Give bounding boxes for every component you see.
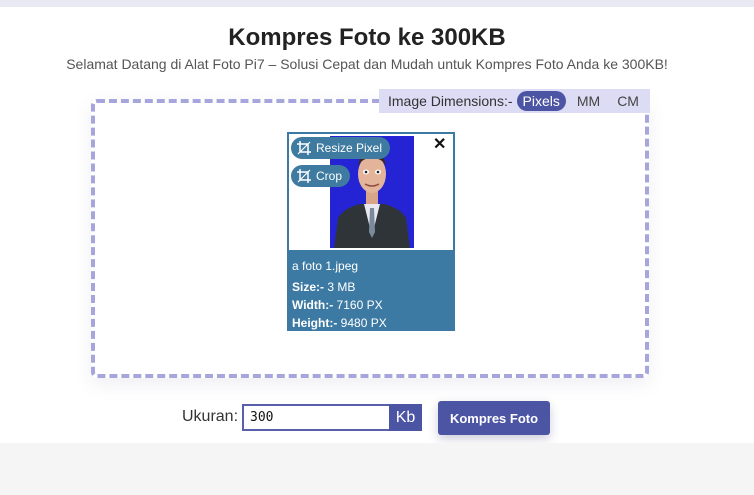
unit-option-pixels[interactable]: Pixels	[516, 91, 566, 111]
close-icon[interactable]: ✕	[433, 137, 446, 153]
unit-option-cm[interactable]: CM	[611, 91, 645, 111]
resize-pixel-button[interactable]: Resize Pixel	[291, 137, 391, 159]
image-dimensions-bar: Image Dimensions:- Pixels MM CM	[379, 89, 650, 113]
crop-label: Crop	[316, 169, 343, 183]
file-card: Resize Pixel Crop ✕ a foto 1.jpeg Size:-…	[287, 132, 455, 331]
unit-badge: Kb	[389, 404, 422, 431]
crop-icon	[297, 141, 311, 155]
crop-icon	[297, 169, 311, 183]
file-size-value: 3 MB	[327, 280, 356, 294]
file-info-panel: a foto 1.jpeg Size:- 3 MB Width:- 7160 P…	[289, 250, 453, 330]
file-height-row: Height:- 9480 PX	[292, 316, 387, 330]
file-height-label: Height:-	[292, 316, 338, 330]
dimensions-label: Image Dimensions:-	[388, 93, 513, 109]
file-size-row: Size:- 3 MB	[292, 280, 355, 294]
top-bar	[0, 0, 754, 7]
file-width-row: Width:- 7160 PX	[292, 298, 383, 312]
unit-option-mm[interactable]: MM	[571, 91, 606, 111]
footer-area	[0, 443, 754, 495]
file-width-label: Width:-	[292, 298, 334, 312]
compress-photo-button[interactable]: Kompres Foto	[438, 401, 550, 435]
file-size-label: Size:-	[292, 280, 325, 294]
file-width-value: 7160 PX	[336, 298, 383, 312]
size-label: Ukuran:	[182, 408, 239, 425]
page-subtitle: Selamat Datang di Alat Foto Pi7 – Solusi…	[66, 56, 668, 72]
crop-button[interactable]: Crop	[291, 165, 351, 187]
resize-pixel-label: Resize Pixel	[316, 141, 383, 155]
page-title: Kompres Foto ke 300KB	[228, 24, 506, 51]
size-input[interactable]	[242, 404, 390, 431]
file-height-value: 9480 PX	[340, 316, 387, 330]
file-name: a foto 1.jpeg	[292, 259, 359, 273]
